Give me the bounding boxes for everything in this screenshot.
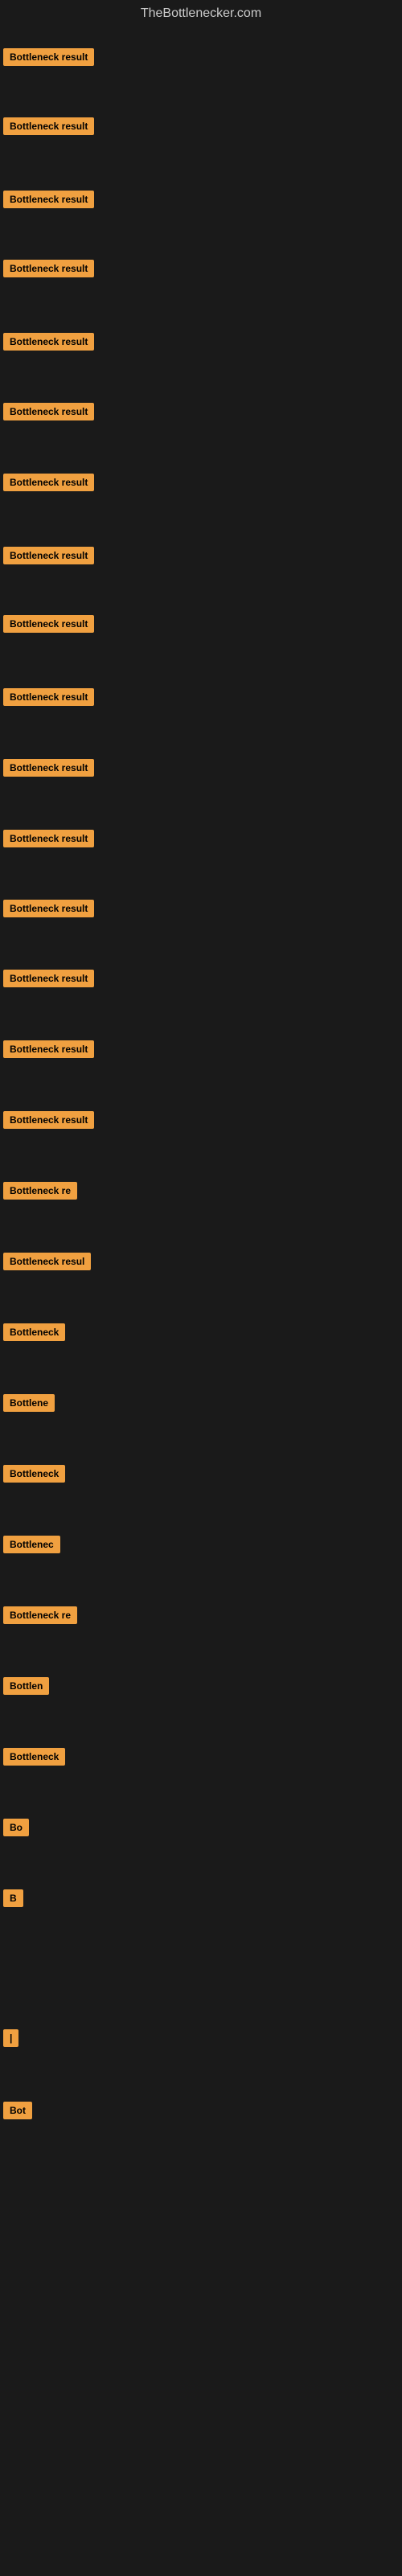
list-item: Bottleneck result (3, 688, 94, 710)
bottleneck-badge[interactable]: Bottleneck result (3, 1111, 94, 1129)
list-item: Bottleneck re (3, 1182, 77, 1204)
list-item: Bottleneck result (3, 260, 94, 281)
bottleneck-badge[interactable]: Bottleneck result (3, 688, 94, 706)
list-item: B (3, 1889, 23, 1911)
bottleneck-badge[interactable]: Bottleneck result (3, 900, 94, 917)
bottleneck-badge[interactable]: Bo (3, 1819, 29, 1836)
bottleneck-badge[interactable]: Bottleneck result (3, 615, 94, 633)
list-item: Bottleneck re (3, 1606, 77, 1628)
bottleneck-badge[interactable]: Bottleneck result (3, 1040, 94, 1058)
list-item: Bot (3, 2102, 32, 2123)
site-title: TheBottlenecker.com (0, 0, 402, 27)
list-item: Bottleneck result (3, 830, 94, 851)
list-item: Bottleneck result (3, 547, 94, 568)
bottleneck-badge[interactable]: Bottleneck result (3, 474, 94, 491)
list-item: Bottleneck result (3, 615, 94, 637)
list-item: Bottleneck result (3, 1111, 94, 1133)
site-title-text: TheBottlenecker.com (141, 6, 261, 20)
bottleneck-badge[interactable]: Bottleneck resul (3, 1253, 91, 1270)
bottleneck-badge[interactable]: | (3, 2029, 18, 2047)
bottleneck-badge[interactable]: Bottleneck result (3, 970, 94, 987)
bottleneck-badge[interactable]: Bottleneck result (3, 403, 94, 420)
list-item: Bottleneck result (3, 333, 94, 355)
list-item: Bottleneck (3, 1323, 65, 1345)
list-item: Bo (3, 1819, 29, 1840)
list-item: Bottleneck result (3, 900, 94, 921)
bottleneck-badge[interactable]: Bottleneck result (3, 260, 94, 277)
list-item: Bottleneck resul (3, 1253, 91, 1274)
list-item: Bottleneck (3, 1465, 65, 1487)
bottleneck-badge[interactable]: Bottlenec (3, 1536, 60, 1553)
bottleneck-badge[interactable]: Bottlene (3, 1394, 55, 1412)
bottleneck-badge[interactable]: Bottleneck result (3, 48, 94, 66)
bottleneck-badge[interactable]: Bottleneck (3, 1748, 65, 1766)
list-item: Bottleneck result (3, 48, 94, 70)
list-item: Bottleneck result (3, 403, 94, 425)
list-item: Bottlenec (3, 1536, 60, 1557)
list-item: Bottlen (3, 1677, 49, 1699)
bottleneck-badge[interactable]: Bottleneck result (3, 547, 94, 564)
bottleneck-badge[interactable]: Bot (3, 2102, 32, 2119)
bottleneck-badge[interactable]: Bottleneck (3, 1465, 65, 1483)
bottleneck-badge[interactable]: Bottleneck result (3, 759, 94, 777)
bottleneck-badge[interactable]: Bottleneck re (3, 1606, 77, 1624)
list-item: Bottleneck (3, 1748, 65, 1770)
bottleneck-badge[interactable]: Bottleneck result (3, 830, 94, 847)
list-item: Bottleneck result (3, 970, 94, 991)
bottleneck-badge[interactable]: Bottleneck re (3, 1182, 77, 1200)
list-item: Bottleneck result (3, 117, 94, 139)
list-item: Bottlene (3, 1394, 55, 1416)
list-item: Bottleneck result (3, 759, 94, 781)
bottleneck-badge[interactable]: B (3, 1889, 23, 1907)
list-item: Bottleneck result (3, 191, 94, 212)
list-item: Bottleneck result (3, 1040, 94, 1062)
items-container: Bottleneck result Bottleneck result Bottle… (0, 27, 402, 2576)
bottleneck-badge[interactable]: Bottleneck (3, 1323, 65, 1341)
bottleneck-badge[interactable]: Bottleneck result (3, 191, 94, 208)
list-item: | (3, 2029, 18, 2051)
list-item: Bottleneck result (3, 474, 94, 495)
bottleneck-badge[interactable]: Bottlen (3, 1677, 49, 1695)
bottleneck-badge[interactable]: Bottleneck result (3, 333, 94, 351)
bottleneck-badge[interactable]: Bottleneck result (3, 117, 94, 135)
